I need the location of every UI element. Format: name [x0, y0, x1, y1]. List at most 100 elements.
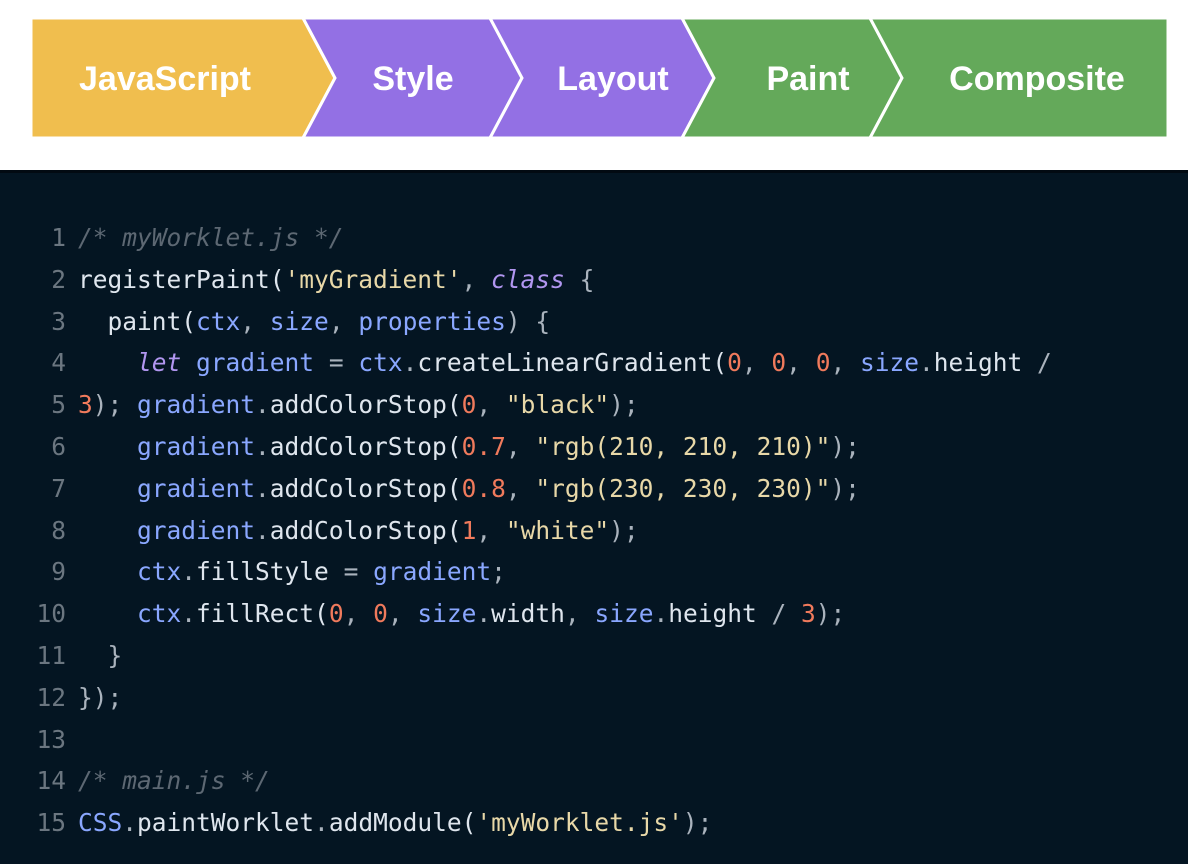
code-token: addColorStop(	[269, 431, 462, 461]
pipeline-stage-composite: Composite	[867, 16, 1170, 140]
pipeline-stage-layout: Layout	[487, 16, 716, 140]
code-token: /* main.js */	[78, 766, 270, 796]
code-token: size	[594, 599, 654, 629]
code-token: gradient	[137, 390, 256, 420]
code-token: ctx	[358, 348, 403, 378]
pipeline-stage-label: Paint	[766, 60, 849, 98]
code-token: paintWorklet	[137, 808, 315, 838]
code-token: .	[653, 599, 669, 629]
code-token: ,	[564, 599, 595, 629]
code-line: 6 gradient.addColorStop(0.7, "rgb(210, 2…	[0, 426, 1052, 468]
pipeline-stage-label: Composite	[949, 60, 1125, 98]
line-number: 5	[51, 390, 66, 420]
code-token: ,	[830, 348, 860, 378]
code-token: );	[815, 599, 846, 629]
line-number: 12	[36, 682, 66, 712]
line-number: 6	[51, 431, 66, 461]
code-token: 0	[328, 599, 344, 629]
code-token: gradient	[137, 515, 256, 545]
code-line: 4 let gradient = ctx.createLinearGradien…	[0, 342, 1052, 384]
code-panel: 1 /* myWorklet.js */ 2 registerPaint('myGra…	[0, 170, 1188, 864]
code-token: );	[682, 808, 713, 838]
code-token: gradient	[137, 431, 256, 461]
code-token: ,	[786, 348, 816, 378]
code-token: 0	[771, 348, 787, 378]
code-token: ,	[387, 599, 418, 629]
code-token: );	[609, 390, 639, 420]
code-token: );	[830, 431, 860, 461]
code-token: "rgb(210, 210, 210)"	[535, 431, 831, 461]
pipeline-stage-style: Style	[300, 16, 524, 140]
code-token: "black"	[505, 390, 610, 420]
code-line: 1 /* myWorklet.js */	[0, 217, 1052, 259]
pipeline-arrows: JavaScript Style Layout Paint Composite	[29, 16, 1170, 140]
code-token: gradient	[137, 473, 256, 503]
code-token: let	[137, 348, 182, 378]
code-token: 3	[78, 390, 93, 420]
code-token: ctx	[196, 306, 241, 336]
line-number: 10	[36, 599, 66, 629]
code-line: 12});	[0, 677, 1052, 719]
pipeline-stage-paint: Paint	[679, 16, 904, 140]
code-line: 13	[0, 719, 1052, 761]
code-token: class	[491, 264, 565, 294]
code-token: 3	[801, 599, 816, 629]
pipeline-stage-label: Layout	[557, 60, 668, 98]
code-token: width	[491, 599, 565, 629]
code-token: {	[564, 264, 595, 294]
code-token: ,	[240, 306, 270, 336]
code-token: addColorStop(	[269, 390, 462, 420]
code-token: .	[255, 431, 270, 461]
code-token: 0	[815, 348, 831, 378]
code-token: CSS	[78, 808, 123, 838]
code-token: properties	[358, 306, 506, 336]
code-token: ctx	[137, 557, 182, 587]
code-token: size	[417, 599, 477, 629]
code-token: createLinearGradient(	[417, 348, 728, 378]
line-number: 15	[36, 808, 66, 838]
code-token: ;	[491, 557, 506, 587]
code-token: ,	[328, 306, 359, 336]
code-token: .	[314, 808, 329, 838]
code-token: ) {	[505, 306, 551, 336]
code-token: addColorStop(	[269, 515, 462, 545]
code-line: 14 /* main.js */	[0, 760, 1052, 802]
code-token: addColorStop(	[269, 473, 462, 503]
code-token: "white"	[505, 515, 610, 545]
code-token: .	[255, 390, 270, 420]
code-token: 0	[461, 390, 477, 420]
code-token: .	[918, 348, 934, 378]
code-token: .	[476, 599, 492, 629]
code-token: 0.7	[461, 431, 506, 461]
code-token: .	[255, 473, 270, 503]
code-line: 8 gradient.addColorStop(1, "white");	[0, 510, 1052, 552]
code-token: paint(	[78, 306, 197, 336]
line-number: 11	[36, 640, 66, 670]
code-line: 9 ctx.fillStyle = gradient;	[0, 551, 1052, 593]
line-number: 14	[36, 766, 66, 796]
code-token: .	[181, 557, 197, 587]
code-token: 0.8	[461, 473, 506, 503]
code-token: /	[756, 599, 801, 629]
code-listing: 1 /* myWorklet.js */ 2 registerPaint('myGra…	[0, 217, 1052, 844]
code-token: ,	[476, 390, 506, 420]
code-token: =	[314, 348, 359, 378]
code-token: }	[78, 640, 123, 670]
pipeline-stage-label: Style	[372, 60, 453, 98]
code-line: 5 3); gradient.addColorStop(0, "black");	[0, 384, 1052, 426]
code-token: .	[402, 348, 418, 378]
code-token: ,	[476, 515, 506, 545]
line-number: 4	[51, 348, 66, 378]
code-token: 0	[373, 599, 388, 629]
code-token: .	[255, 515, 270, 545]
code-token: height	[668, 599, 757, 629]
code-token: size	[859, 348, 919, 378]
code-token: /	[1022, 348, 1052, 378]
